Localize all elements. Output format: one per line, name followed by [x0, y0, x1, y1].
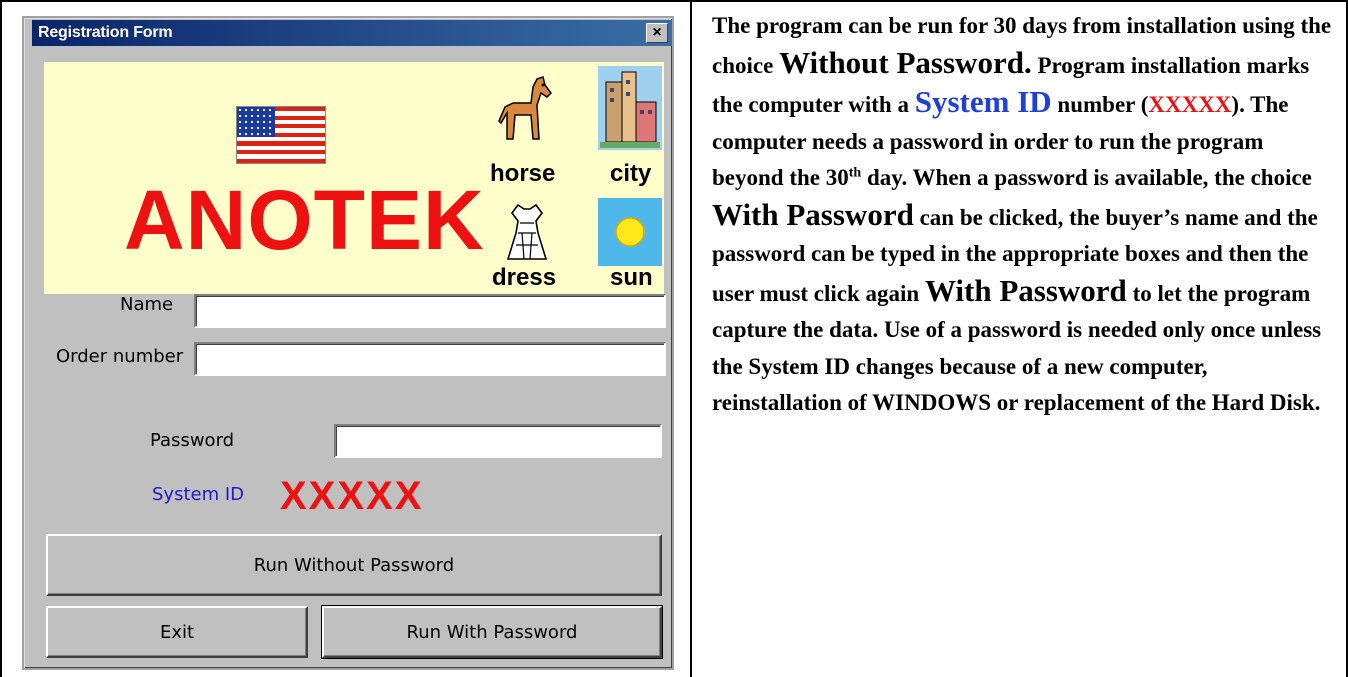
- table-border-middle: [690, 0, 692, 677]
- dress-icon: [498, 202, 556, 264]
- picture-label-sun: sun: [610, 264, 653, 291]
- picture-label-city: city: [610, 160, 652, 187]
- exit-button[interactable]: Exit: [46, 606, 308, 658]
- picture-label-horse: horse: [490, 160, 556, 187]
- picture-label-dress: dress: [492, 264, 557, 291]
- with-password-term-2: With Password: [924, 272, 1127, 308]
- us-flag-icon: [236, 106, 326, 164]
- run-with-password-button[interactable]: Run With Password: [321, 605, 663, 659]
- brand-logo: ANOTEK: [124, 173, 485, 267]
- system-id-term: System ID: [914, 84, 1052, 119]
- brand-banner: ANOTEK horse city dress sun: [44, 62, 664, 294]
- sun-icon: [598, 198, 662, 266]
- title-bar[interactable]: Registration Form ×: [32, 20, 672, 46]
- close-button[interactable]: ×: [646, 23, 668, 43]
- order-number-field[interactable]: [194, 342, 666, 376]
- horse-icon: [490, 74, 560, 148]
- registration-dialog: Registration Form × ANOTEK horse city dr…: [22, 16, 674, 670]
- name-label: Name: [120, 294, 174, 315]
- city-icon: [598, 66, 662, 150]
- instructions-text: The program can be run for 30 days from …: [712, 13, 1332, 415]
- password-field[interactable]: [334, 424, 662, 458]
- table-border-top: [0, 0, 1348, 2]
- without-password-term: Without Password.: [779, 44, 1032, 80]
- window-title: Registration Form: [38, 24, 173, 41]
- system-id-label: System ID: [152, 484, 245, 505]
- xxxxx-term: XXXXX: [1148, 92, 1232, 117]
- run-without-password-button[interactable]: Run Without Password: [46, 534, 662, 596]
- name-field[interactable]: [194, 294, 666, 328]
- system-id-value: XXXXX: [280, 474, 424, 518]
- table-border-left: [0, 0, 2, 677]
- password-label: Password: [150, 430, 235, 451]
- with-password-term-1: With Password: [712, 196, 914, 232]
- order-number-label: Order number: [56, 346, 184, 367]
